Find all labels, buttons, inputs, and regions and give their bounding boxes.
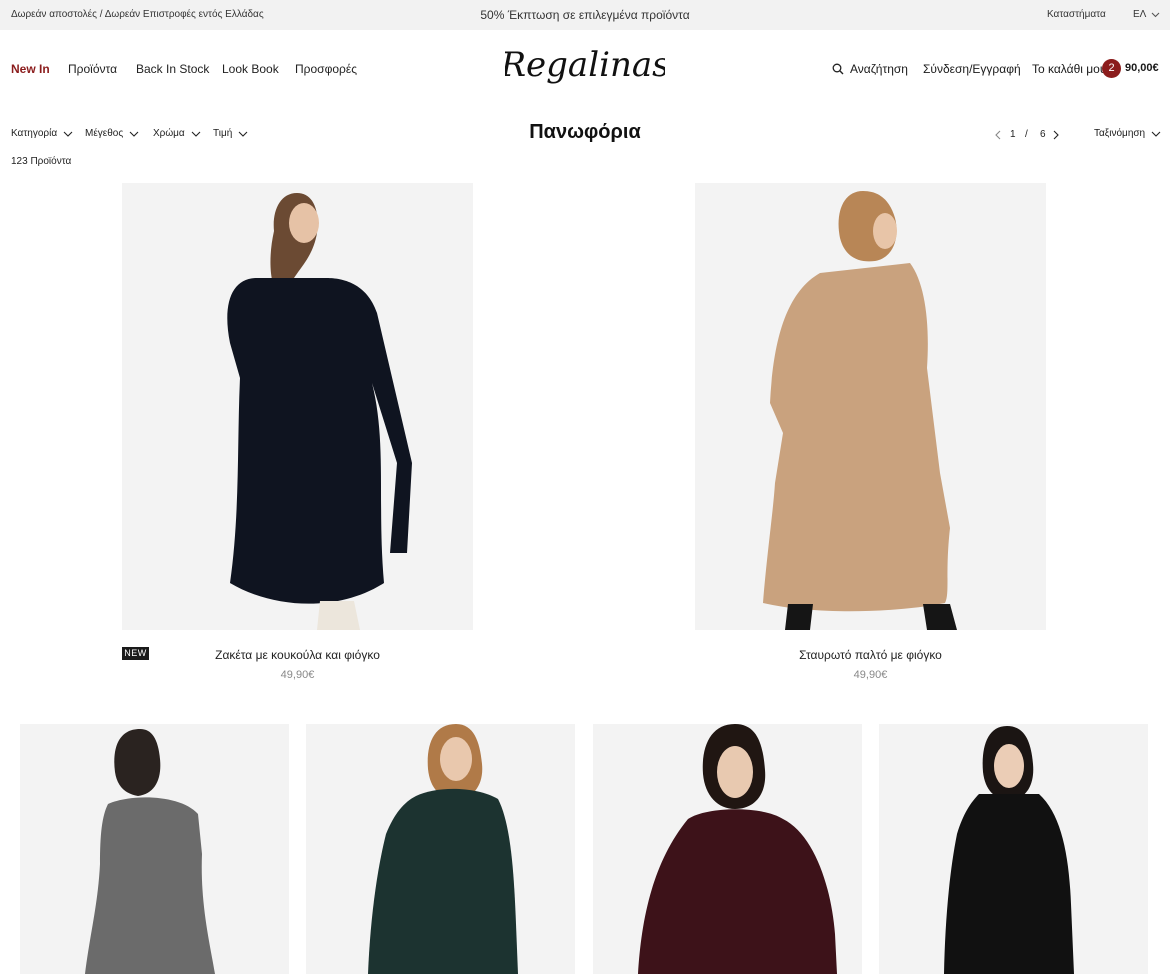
chevron-right-icon[interactable] (1053, 130, 1059, 140)
product-count: 123 Προϊόντα (11, 156, 72, 167)
product-photo (944, 726, 1074, 974)
promo-banner[interactable]: 50% Έκπτωση σε επιλεγμένα προϊόντα (0, 8, 1170, 22)
cart-link[interactable]: Το καλάθι μου (1032, 62, 1106, 76)
product-color-fill (944, 794, 1074, 974)
product-image[interactable] (879, 724, 1148, 974)
product-photo (638, 724, 837, 974)
language-label: ΕΛ (1133, 9, 1147, 20)
login-link[interactable]: Σύνδεση/Εγγραφή (923, 62, 1021, 76)
chevron-left-icon[interactable] (995, 130, 1001, 140)
product-image[interactable] (122, 183, 473, 630)
logo-text: Regalinas (505, 45, 665, 85)
product-image[interactable] (306, 724, 575, 974)
stores-link[interactable]: Καταστήματα (1047, 9, 1106, 20)
product-color-fill (368, 788, 518, 974)
nav-back-in-stock[interactable]: Back In Stock (136, 62, 209, 76)
product-color-fill (763, 263, 950, 612)
nav-new-in[interactable]: New In (11, 62, 50, 76)
search-label: Αναζήτηση (850, 62, 908, 76)
product-color-fill (638, 809, 837, 974)
language-selector[interactable]: ΕΛ (1133, 9, 1160, 20)
search-icon (832, 63, 844, 75)
nav-offers[interactable]: Προσφορές (295, 62, 357, 76)
product-image[interactable] (593, 724, 862, 974)
product-name[interactable]: Ζακέτα με κουκούλα και φιόγκο (122, 648, 473, 662)
announcement-bar: Δωρεάν αποστολές / Δωρεάν Επιστροφές εντ… (0, 0, 1170, 30)
total-pages: 6 (1040, 129, 1046, 140)
sort-label: Ταξινόμηση (1094, 128, 1146, 139)
product-image[interactable] (695, 183, 1046, 630)
product-price: 49,90€ (853, 669, 888, 681)
current-page: 1 (1010, 129, 1016, 140)
sort-dropdown[interactable]: Ταξινόμηση (1094, 128, 1161, 139)
nav-products[interactable]: Προϊόντα (68, 62, 117, 76)
product-color-fill (227, 278, 412, 604)
product-name[interactable]: Σταυρωτό παλτό με φιόγκο (695, 648, 1046, 662)
page-separator: / (1025, 129, 1028, 140)
product-photo (368, 724, 518, 974)
cart-count-badge[interactable]: 2 (1102, 59, 1121, 78)
nav-look-book[interactable]: Look Book (222, 62, 279, 76)
product-photo (763, 191, 957, 630)
product-color-fill (85, 797, 215, 974)
product-image[interactable] (20, 724, 289, 974)
search-button[interactable]: Αναζήτηση (832, 62, 908, 76)
chevron-down-icon (1151, 12, 1160, 17)
cart-total[interactable]: 90,00€ (1125, 62, 1159, 74)
product-photo (227, 193, 412, 630)
product-photo (85, 729, 215, 974)
brand-logo[interactable]: Regalinas (505, 40, 665, 96)
product-price: 49,90€ (280, 669, 315, 681)
chevron-down-icon (1151, 131, 1161, 137)
